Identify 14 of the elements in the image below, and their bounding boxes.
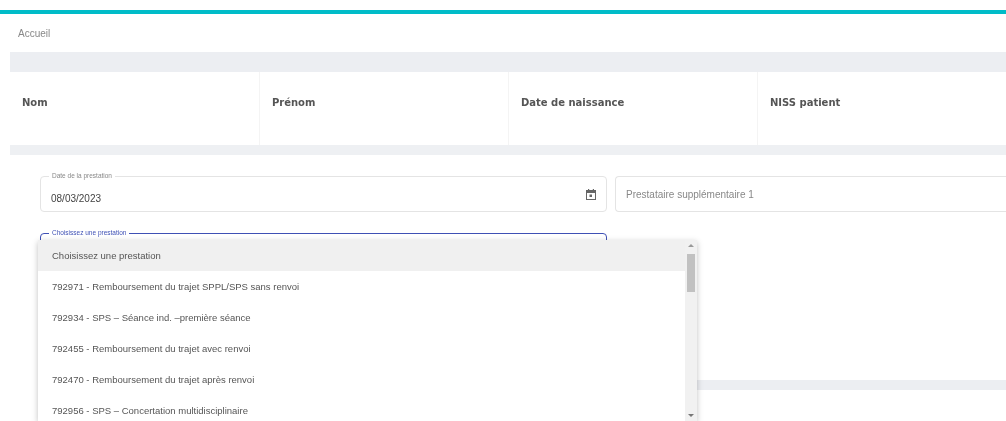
calendar-icon[interactable] (586, 188, 596, 200)
dropdown-option[interactable]: Choisissez une prestation (38, 240, 685, 271)
dropdown-option[interactable]: 792934 - SPS – Séance ind. –première séance (38, 302, 685, 333)
column-header: Nom (22, 97, 48, 108)
dropdown-option[interactable]: 792971 - Remboursement du trajet SPPL/SPS sans renvoi (38, 271, 685, 302)
input-field[interactable]: Prestataire supplémentaire 1 (615, 176, 1006, 212)
column-header: NISS patient (769, 97, 841, 108)
dropdown-option[interactable]: 792956 - SPS – Concertation multidisciplinaire (38, 395, 685, 421)
scrollbar[interactable] (685, 240, 697, 421)
dropdown-option[interactable]: 792470 - Remboursement du trajet après renvoi (38, 364, 685, 395)
column-header: Prénom (271, 97, 316, 108)
breadcrumb-link[interactable]: Accueil (18, 27, 51, 39)
column-header: Date de naissance (520, 97, 625, 108)
dropdown-option[interactable]: 792455 - Remboursement du trajet avec renvoi (38, 333, 685, 364)
